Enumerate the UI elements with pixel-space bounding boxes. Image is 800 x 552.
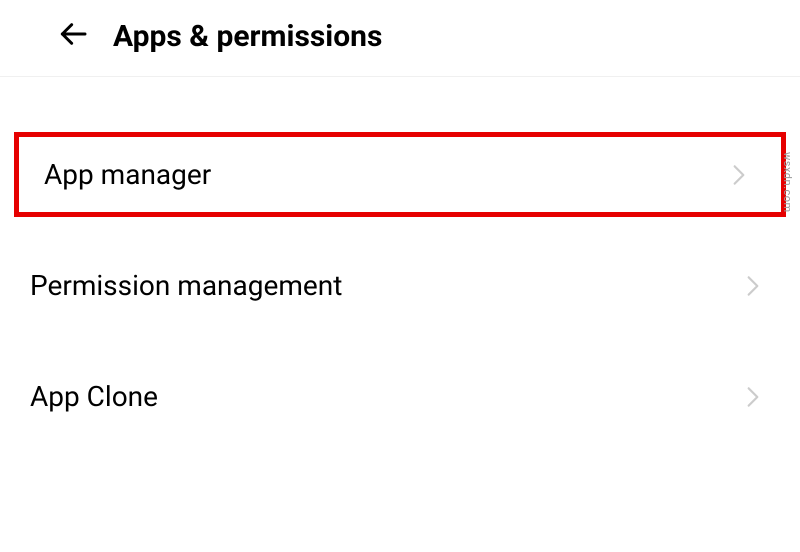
list-item-permission-management[interactable]: Permission management bbox=[0, 243, 800, 328]
spacer bbox=[0, 328, 800, 354]
chevron-right-icon bbox=[744, 271, 762, 301]
chevron-right-icon bbox=[744, 382, 762, 412]
page-title: Apps & permissions bbox=[113, 19, 382, 54]
header-bar: Apps & permissions bbox=[0, 0, 800, 77]
list-item-app-manager[interactable]: App manager bbox=[14, 132, 786, 217]
watermark: wsxdn.com bbox=[781, 152, 794, 213]
list-item-app-clone[interactable]: App Clone bbox=[0, 354, 800, 439]
back-button[interactable] bbox=[55, 18, 91, 54]
settings-list: App manager Permission management App Cl… bbox=[0, 77, 800, 439]
arrow-left-icon bbox=[57, 18, 89, 54]
list-item-label: App manager bbox=[44, 158, 211, 191]
list-item-label: Permission management bbox=[30, 269, 342, 302]
spacer bbox=[0, 217, 800, 243]
chevron-right-icon bbox=[730, 160, 748, 190]
list-item-label: App Clone bbox=[30, 380, 158, 413]
